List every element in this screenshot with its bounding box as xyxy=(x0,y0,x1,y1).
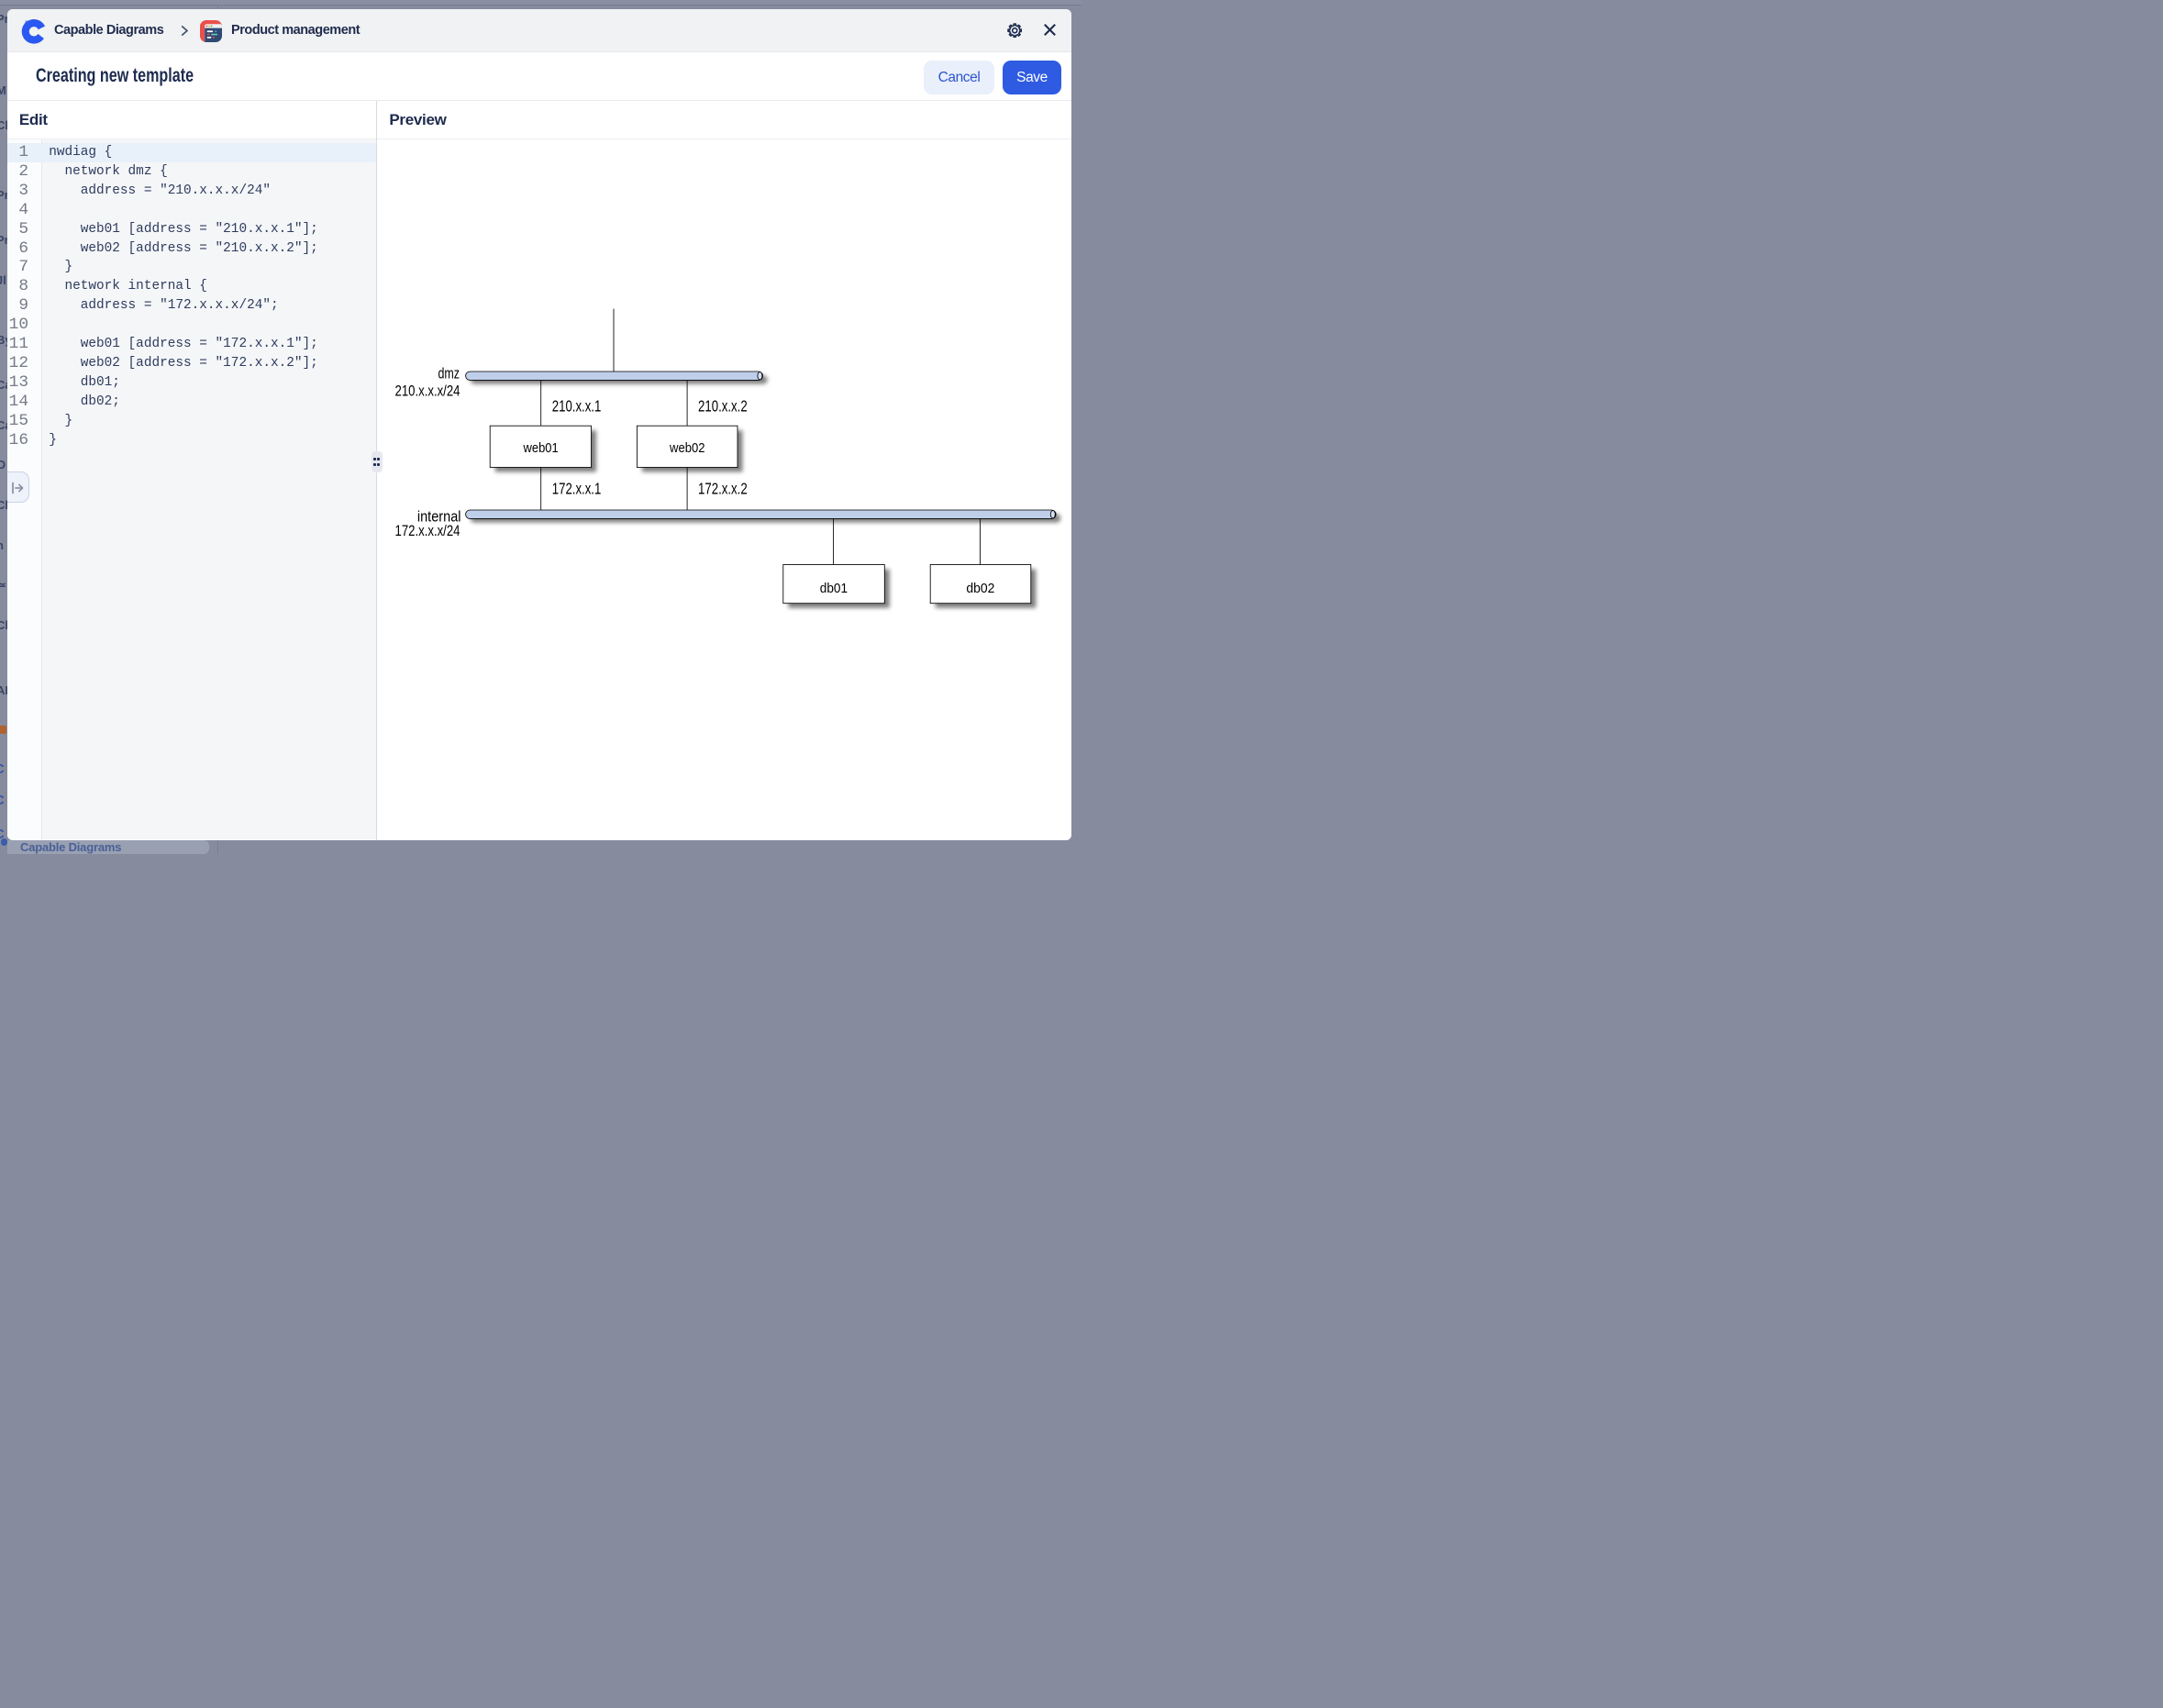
svg-text:172.x.x.1: 172.x.x.1 xyxy=(552,479,602,497)
svg-text:web01: web01 xyxy=(523,440,559,456)
svg-text:dmz: dmz xyxy=(438,365,460,383)
svg-text:210.x.x.x/24: 210.x.x.x/24 xyxy=(395,382,460,399)
svg-text:172.x.x.2: 172.x.x.2 xyxy=(698,479,748,497)
svg-text:210.x.x.1: 210.x.x.1 xyxy=(552,397,602,416)
svg-text:210.x.x.2: 210.x.x.2 xyxy=(698,397,748,416)
svg-text:db01: db01 xyxy=(820,581,848,596)
svg-text:172.x.x.x/24: 172.x.x.x/24 xyxy=(395,522,460,539)
svg-text:web02: web02 xyxy=(669,440,704,456)
svg-text:db02: db02 xyxy=(966,581,994,596)
